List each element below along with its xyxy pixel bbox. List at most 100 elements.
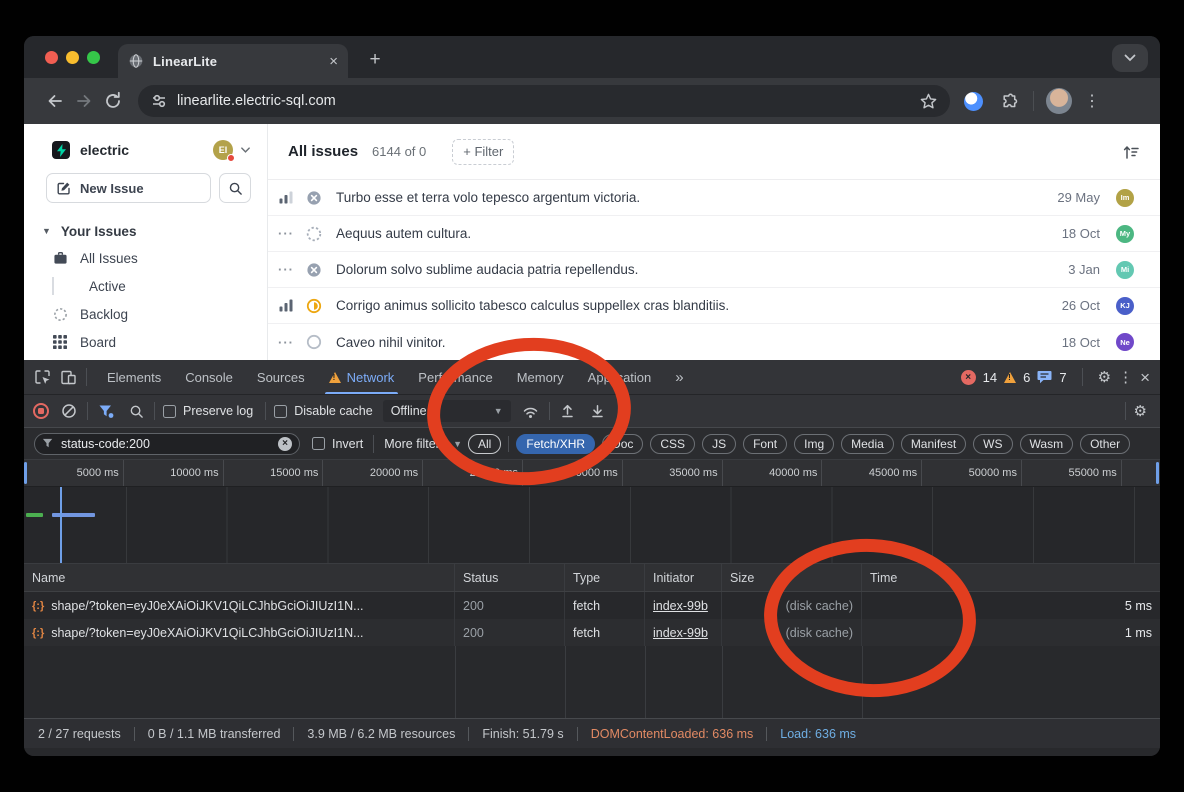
pill-font[interactable]: Font <box>743 434 787 454</box>
tab-application[interactable]: Application <box>576 360 664 394</box>
issues-count[interactable]: 7 <box>1059 370 1066 385</box>
reload-icon[interactable] <box>103 91 123 111</box>
extension-icon[interactable] <box>964 92 983 111</box>
extensions-puzzle-icon[interactable] <box>999 91 1019 111</box>
invert-checkbox[interactable] <box>312 437 325 450</box>
network-request-row[interactable]: {:} shape/?token=eyJ0eXAiOiJKV1QiLCJhbGc… <box>24 592 1160 619</box>
network-conditions-icon[interactable] <box>521 401 541 421</box>
disable-cache-checkbox[interactable] <box>274 405 287 418</box>
priority-none-icon[interactable]: ··· <box>276 226 296 241</box>
assignee-avatar[interactable]: Ne <box>1116 333 1134 351</box>
record-network-log-button[interactable] <box>33 403 49 419</box>
issue-row[interactable]: Corrigo animus sollicito tabesco calculu… <box>268 288 1160 324</box>
clear-network-log-icon[interactable] <box>59 401 79 421</box>
column-header-name[interactable]: Name <box>24 564 455 591</box>
status-todo-icon[interactable] <box>304 334 324 350</box>
pill-other[interactable]: Other <box>1080 434 1130 454</box>
timeline-ruler[interactable]: 5000 ms 10000 ms 15000 ms 20000 ms 25000… <box>24 460 1160 487</box>
inspect-element-icon[interactable] <box>32 367 52 387</box>
timeline-left-handle[interactable] <box>24 462 27 484</box>
issues-bubble-icon[interactable] <box>1037 370 1052 384</box>
pill-js[interactable]: JS <box>702 434 736 454</box>
column-header-time[interactable]: Time <box>862 564 1160 591</box>
assignee-avatar[interactable]: KJ <box>1116 297 1134 315</box>
device-toolbar-icon[interactable] <box>58 367 78 387</box>
network-settings-icon[interactable]: ⚙ <box>1134 404 1147 419</box>
devtools-menu-icon[interactable]: ⋮ <box>1118 370 1133 385</box>
maximize-window-button[interactable] <box>87 51 100 64</box>
error-count[interactable]: 14 <box>983 370 997 385</box>
pill-media[interactable]: Media <box>841 434 894 454</box>
devtools-close-icon[interactable]: × <box>1140 369 1150 386</box>
sidebar-section-your-issues[interactable]: ▼ Your Issues <box>24 218 267 244</box>
issue-row[interactable]: Turbo esse et terra volo tepesco argentu… <box>268 180 1160 216</box>
pill-img[interactable]: Img <box>794 434 834 454</box>
priority-medium-icon[interactable] <box>276 191 296 204</box>
more-filters-button[interactable]: More filters <box>384 437 446 451</box>
issue-row[interactable]: ··· Caveo nihil vinitor. 18 Oct Ne <box>268 324 1160 360</box>
sidebar-item-backlog[interactable]: Backlog <box>24 300 267 328</box>
clear-filter-icon[interactable]: × <box>278 437 292 451</box>
issue-row[interactable]: ··· Aequus autem cultura. 18 Oct My <box>268 216 1160 252</box>
priority-none-icon[interactable]: ··· <box>276 262 296 277</box>
network-filter-input[interactable]: status-code:200 × <box>34 433 300 455</box>
column-header-size[interactable]: Size <box>722 564 862 591</box>
tab-close-icon[interactable]: × <box>329 54 338 69</box>
pill-ws[interactable]: WS <box>973 434 1012 454</box>
status-cancelled-icon[interactable] <box>304 190 324 206</box>
sort-icon[interactable] <box>1122 144 1140 160</box>
sidebar-item-board[interactable]: Board <box>24 328 267 356</box>
browser-menu-icon[interactable]: ⋮ <box>1084 91 1100 111</box>
tab-console[interactable]: Console <box>173 360 245 394</box>
priority-none-icon[interactable]: ··· <box>276 335 296 350</box>
back-icon[interactable] <box>45 91 65 111</box>
filter-button[interactable]: + Filter <box>452 139 514 165</box>
issue-row[interactable]: ··· Dolorum solvo sublime audacia patria… <box>268 252 1160 288</box>
status-cancelled-icon[interactable] <box>304 262 324 278</box>
more-tabs-button[interactable]: » <box>663 360 695 394</box>
workspace-row[interactable]: electric El <box>52 140 251 160</box>
site-settings-icon[interactable] <box>150 92 168 110</box>
new-tab-button[interactable]: + <box>362 47 388 73</box>
profile-avatar[interactable] <box>1046 88 1072 114</box>
address-bar[interactable]: linearlite.electric-sql.com <box>138 85 950 117</box>
assignee-avatar[interactable]: Im <box>1116 189 1134 207</box>
new-issue-button[interactable]: New Issue <box>46 173 211 203</box>
error-count-icon[interactable]: × <box>961 370 976 385</box>
tab-memory[interactable]: Memory <box>505 360 576 394</box>
tab-search-button[interactable] <box>1112 44 1148 72</box>
bookmark-star-icon[interactable] <box>919 92 938 111</box>
close-window-button[interactable] <box>45 51 58 64</box>
workspace-avatar[interactable]: El <box>213 140 233 160</box>
tab-performance[interactable]: Performance <box>406 360 504 394</box>
assignee-avatar[interactable]: Mi <box>1116 261 1134 279</box>
request-initiator-link[interactable]: index-99b <box>653 626 708 640</box>
network-request-row[interactable]: {:} shape/?token=eyJ0eXAiOiJKV1QiLCJhbGc… <box>24 619 1160 646</box>
column-header-type[interactable]: Type <box>565 564 645 591</box>
warning-count-icon[interactable] <box>1004 372 1016 383</box>
assignee-avatar[interactable]: My <box>1116 225 1134 243</box>
status-backlog-icon[interactable] <box>304 226 324 242</box>
tab-sources[interactable]: Sources <box>245 360 317 394</box>
pill-wasm[interactable]: Wasm <box>1020 434 1074 454</box>
tab-network[interactable]: Network <box>317 360 407 394</box>
devtools-settings-icon[interactable]: ⚙ <box>1098 370 1111 385</box>
workspace-chevron-icon[interactable] <box>240 146 251 154</box>
sidebar-item-all-issues[interactable]: All Issues <box>24 244 267 272</box>
export-har-icon[interactable] <box>588 401 608 421</box>
priority-medium-icon[interactable] <box>276 299 296 312</box>
import-har-icon[interactable] <box>558 401 578 421</box>
sidebar-item-active[interactable]: Active <box>24 272 267 300</box>
throttling-dropdown[interactable]: Offline ▼ <box>383 400 511 422</box>
warning-count[interactable]: 6 <box>1023 370 1030 385</box>
request-initiator-link[interactable]: index-99b <box>653 599 708 613</box>
pill-fetch-xhr[interactable]: Fetch/XHR <box>516 434 595 454</box>
pill-css[interactable]: CSS <box>650 434 695 454</box>
pill-doc[interactable]: Doc <box>602 434 643 454</box>
minimize-window-button[interactable] <box>66 51 79 64</box>
search-button[interactable] <box>219 173 251 203</box>
forward-icon[interactable] <box>74 91 94 111</box>
network-overview-waterfall[interactable] <box>24 487 1160 564</box>
preserve-log-checkbox[interactable] <box>163 405 176 418</box>
browser-tab[interactable]: LinearLite × <box>118 44 348 78</box>
